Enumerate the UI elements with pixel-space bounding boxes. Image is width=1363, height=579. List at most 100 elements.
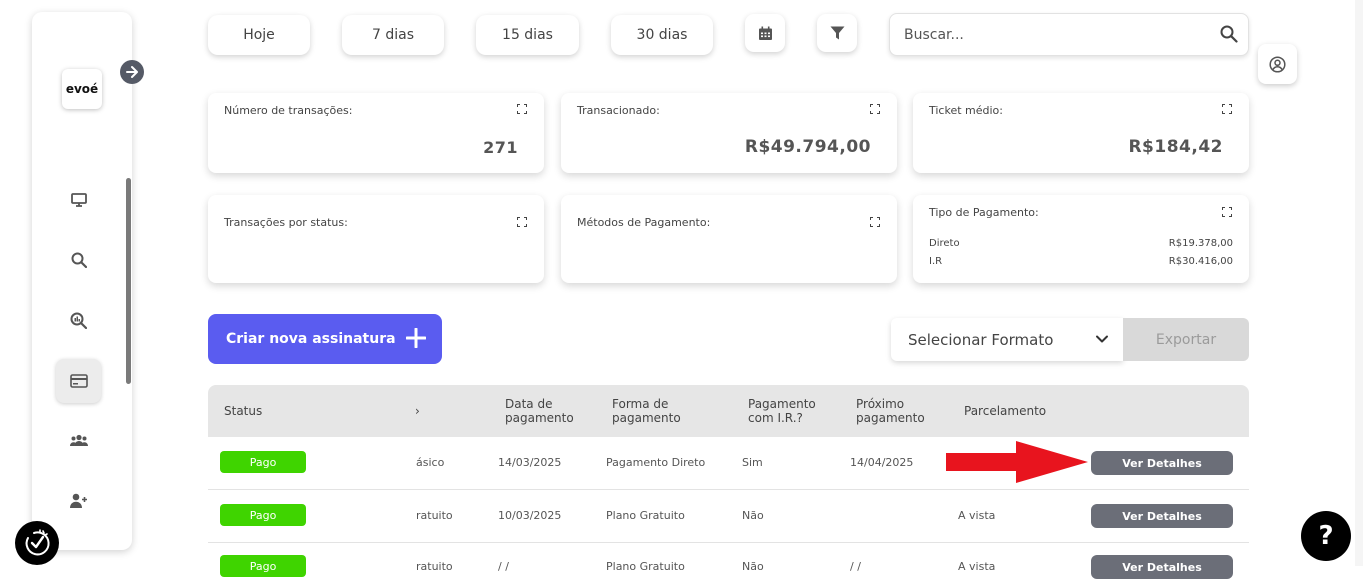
payment-type-value: R$19.378,00 [1168,238,1233,249]
cell-payment-date: / / [498,560,509,573]
card-title: Métodos de Pagamento: [577,216,711,229]
help-button[interactable]: ? [1301,511,1351,561]
view-details-button[interactable]: Ver Detalhes [1091,555,1233,579]
card-title: Tipo de Pagamento: [929,206,1039,219]
card-value: R$184,42 [1128,137,1223,157]
column-payment-method: Forma de pagamento [612,397,681,425]
cell-plan: ásico [416,456,445,469]
column-status: Status [224,404,263,418]
cell-plan: ratuito [416,560,453,573]
cell-payment-method: Plano Gratuito [606,509,685,522]
logo[interactable]: evoé [62,69,102,109]
cell-installments: A vista [958,560,996,573]
expand-sidebar-button[interactable] [120,60,144,84]
column-plan: › [415,404,420,418]
arrow-right-icon [126,66,138,78]
view-details-button[interactable]: Ver Detalhes [1091,504,1233,528]
search-icon[interactable] [1220,25,1238,43]
profile-button[interactable] [1258,44,1297,84]
filter-today-button[interactable]: Hoje [208,15,310,55]
card-value: R$49.794,00 [744,137,871,157]
status-badge: Pago [220,555,306,577]
card-title: Transacionado: [577,104,660,117]
filter-7-days-button[interactable]: 7 dias [342,15,444,55]
annotation-arrow-icon [946,441,1088,483]
cell-payment-method: Plano Gratuito [606,560,685,573]
status-badge: Pago [220,451,306,473]
format-select[interactable]: Selecionar Formato [891,318,1123,361]
payment-type-label: I.R [929,256,943,267]
expand-icon[interactable] [517,104,527,114]
card-title: Transações por status: [224,216,348,229]
cell-payment-date: 10/03/2025 [498,509,562,522]
cell-installments: A vista [958,509,996,522]
card-transactions: Número de transações: 271 [208,93,544,173]
calendar-button[interactable] [745,14,785,52]
column-next-payment: Próximo pagamento [856,397,925,425]
page-scrollbar[interactable] [1355,0,1363,566]
calendar-icon [758,26,772,40]
expand-icon[interactable] [1222,207,1232,217]
card-payment-methods: Métodos de Pagamento: [561,195,897,283]
cell-next-payment: / / [850,560,861,573]
accessibility-badge[interactable] [15,521,59,565]
card-value: 271 [483,138,518,157]
filter-15-days-button[interactable]: 15 dias [476,15,579,55]
table-row: Pago ásico 14/03/2025 Pagamento Direto S… [208,437,1249,490]
card-transactions-by-status: Transações por status: [208,195,544,283]
plus-icon [406,328,426,348]
column-ir-payment: Pagamento com I.R.? [748,397,816,425]
sidebar-item-add-user[interactable] [56,478,101,522]
search-box [889,13,1249,56]
filter-button[interactable] [817,14,857,52]
analytics-search-icon [70,312,87,329]
card-title: Ticket médio: [929,104,1003,117]
cell-payment-date: 14/03/2025 [498,456,562,469]
format-select-label: Selecionar Formato [908,330,1054,349]
status-badge: Pago [220,504,306,526]
export-button[interactable]: Exportar [1123,318,1249,361]
card-ticket: Ticket médio: R$184,42 [913,93,1249,173]
card-transacted: Transacionado: R$49.794,00 [561,93,897,173]
users-icon [69,434,88,446]
expand-icon[interactable] [517,217,527,227]
table-row: Pago ratuito / / Plano Gratuito Não / / … [208,543,1249,579]
column-payment-date: Data de pagamento [505,397,574,425]
payment-type-row: Direto R$19.378,00 [929,238,1233,249]
payment-type-value: R$30.416,00 [1168,256,1233,267]
column-installments: Parcelamento [964,404,1047,418]
payment-type-row: I.R R$30.416,00 [929,256,1233,267]
table-header: Status › Data de pagamento Forma de paga… [208,385,1249,437]
cell-ir-payment: Não [742,560,764,573]
card-title: Número de transações: [224,104,353,117]
filter-icon [830,26,844,40]
search-input[interactable] [904,24,1204,46]
create-subscription-label: Criar nova assinatura [226,331,396,347]
search-icon [71,252,87,268]
chevron-down-icon [1096,335,1108,343]
cell-ir-payment: Não [742,509,764,522]
cell-ir-payment: Sim [742,456,763,469]
payment-type-label: Direto [929,238,960,249]
cell-plan: ratuito [416,509,453,522]
card-payment-type: Tipo de Pagamento: Direto R$19.378,00 I.… [913,195,1249,283]
create-subscription-button[interactable]: Criar nova assinatura [208,314,442,364]
table-row: Pago ratuito 10/03/2025 Plano Gratuito N… [208,490,1249,543]
expand-icon[interactable] [870,217,880,227]
cell-next-payment: 14/04/2025 [850,456,914,469]
sidebar-item-users[interactable] [56,418,101,462]
expand-icon[interactable] [1222,104,1232,114]
view-details-button[interactable]: Ver Detalhes [1091,451,1233,475]
expand-icon[interactable] [870,104,880,114]
sidebar-item-analytics[interactable] [56,298,101,342]
sidebar-item-dashboard[interactable] [56,178,101,222]
sidebar-scrollbar[interactable] [126,178,131,384]
filter-30-days-button[interactable]: 30 dias [611,15,713,55]
sidebar-item-search[interactable] [56,238,101,282]
cell-payment-method: Pagamento Direto [606,456,706,469]
monitor-icon [70,193,87,207]
sidebar-item-subscriptions[interactable] [56,359,101,403]
credit-card-icon [69,374,88,388]
user-circle-icon [1269,55,1286,73]
accessibility-icon [25,529,50,556]
